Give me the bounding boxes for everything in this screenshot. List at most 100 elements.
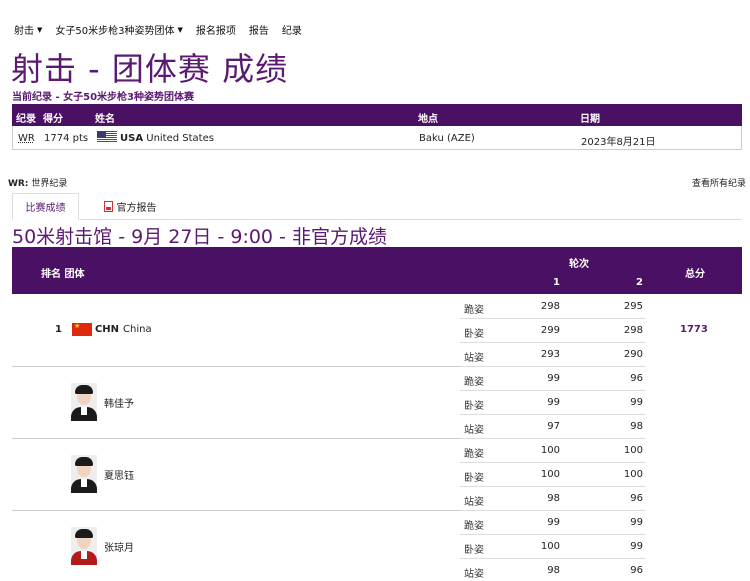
page-subtitle: 当前纪录 - 女子50米步枪3种姿势团体赛 — [12, 92, 194, 103]
score-row: 卧姿 99 99 — [460, 391, 646, 415]
tab-report-label: 官方报告 — [116, 203, 157, 214]
athlete-avatar — [71, 455, 97, 493]
round-1-score: 98 — [547, 493, 560, 504]
round-1-score: 98 — [547, 565, 560, 576]
page-title: 射击 - 团体赛 成绩 — [11, 50, 289, 88]
all-records-link[interactable]: 查看所有纪录 — [692, 176, 746, 189]
record-table-header: 纪录 得分 姓名 地点 日期 — [12, 104, 742, 126]
record-row: WR 1774 pts USA United States Baku (AZE)… — [12, 126, 742, 150]
header-round-1: 1 — [553, 277, 560, 288]
record-holder[interactable]: USA United States — [97, 131, 214, 144]
athlete-entry[interactable]: 韩佳予 — [71, 383, 134, 421]
round-2-score: 290 — [623, 349, 643, 360]
round-1-score: 299 — [540, 325, 560, 336]
group-divider — [12, 438, 460, 439]
header-score: 得分 — [43, 114, 63, 125]
position-label: 卧姿 — [464, 329, 484, 340]
nav-item-event[interactable]: 女子50米步枪3种姿势团体 ▼ — [55, 22, 183, 38]
results-header: 排名 团体 轮次 1 2 总分 — [12, 247, 742, 294]
header-location: 地点 — [418, 114, 438, 125]
team-noc[interactable]: CHN — [95, 324, 119, 335]
position-label: 站姿 — [464, 497, 484, 508]
nav-item-shooting[interactable]: 射击 ▼ — [14, 22, 43, 38]
record-country: United States — [146, 133, 214, 144]
athlete-name: 夏思钰 — [104, 470, 134, 482]
round-2-score: 96 — [630, 565, 643, 576]
round-1-score: 100 — [540, 541, 560, 552]
round-2-score: 295 — [623, 301, 643, 312]
round-2-score: 99 — [630, 517, 643, 528]
position-label: 跪姿 — [464, 305, 484, 316]
position-label: 卧姿 — [464, 545, 484, 556]
china-flag-icon — [71, 322, 92, 336]
top-nav: 射击 ▼ 女子50米步枪3种姿势团体 ▼ 报名报项 报告 纪录 — [14, 22, 302, 38]
round-1-score: 99 — [547, 373, 560, 384]
tab-results[interactable]: 比赛成绩 — [12, 193, 79, 220]
header-rank-team: 排名 团体 — [41, 269, 85, 280]
nav-label: 女子50米步枪3种姿势团体 — [55, 26, 175, 37]
record-date: 2023年8月21日 — [581, 137, 656, 148]
athlete-name: 韩佳予 — [104, 398, 134, 410]
chevron-down-icon: ▼ — [177, 25, 183, 34]
round-2-score: 99 — [630, 397, 643, 408]
position-label: 卧姿 — [464, 473, 484, 484]
athlete-avatar — [71, 527, 97, 565]
round-2-score: 98 — [630, 421, 643, 432]
round-2-score: 100 — [623, 445, 643, 456]
position-label: 站姿 — [464, 353, 484, 364]
athlete-entry[interactable]: 张琼月 — [71, 527, 134, 565]
header-name: 姓名 — [95, 114, 115, 125]
round-1-score: 298 — [540, 301, 560, 312]
record-location: Baku (AZE) — [419, 133, 475, 144]
usa-flag-icon — [97, 131, 117, 143]
team-country: China — [123, 324, 152, 335]
score-row: 站姿 97 98 — [460, 415, 646, 439]
nav-label: 射击 — [14, 26, 34, 37]
header-record: 纪录 — [16, 114, 36, 125]
round-1-score: 100 — [540, 469, 560, 480]
athlete-avatar — [71, 383, 97, 421]
round-1-score: 99 — [547, 517, 560, 528]
nav-item-entries[interactable]: 报名报项 — [196, 22, 236, 37]
position-label: 跪姿 — [464, 449, 484, 460]
nav-label: 报名报项 — [195, 26, 236, 37]
round-1-score: 100 — [540, 445, 560, 456]
nav-label: 报告 — [248, 26, 269, 37]
chevron-down-icon: ▼ — [37, 25, 43, 34]
score-row: 跪姿 99 96 — [460, 367, 646, 391]
group-divider — [12, 366, 460, 367]
score-row: 卧姿 100 99 — [460, 535, 646, 559]
record-noc: USA — [120, 133, 144, 144]
group-divider — [12, 510, 460, 511]
score-row: 站姿 98 96 — [460, 559, 646, 581]
nav-item-records[interactable]: 纪录 — [282, 22, 302, 37]
score-row: 跪姿 99 99 — [460, 511, 646, 535]
athlete-entry[interactable]: 夏思钰 — [71, 455, 134, 493]
score-row: 跪姿 298 295 — [460, 295, 646, 319]
round-2-score: 100 — [623, 469, 643, 480]
team-rank: 1 — [55, 324, 62, 335]
team-entry: 1 CHN China — [55, 322, 152, 336]
header-date: 日期 — [580, 114, 600, 125]
nav-item-reports[interactable]: 报告 — [249, 22, 269, 37]
round-2-score: 96 — [630, 373, 643, 384]
round-1-score: 293 — [540, 349, 560, 360]
athlete-name: 张琼月 — [104, 542, 134, 554]
wr-text: 世界纪录 — [28, 179, 68, 189]
venue-heading: 50米射击馆 - 9月 27日 - 9:00 - 非官方成绩 — [12, 226, 387, 248]
tab-official-report[interactable]: 官方报告 — [90, 193, 170, 220]
wr-legend: WR: 世界纪录 — [8, 176, 67, 189]
team-total: 1773 — [680, 324, 708, 335]
position-label: 站姿 — [464, 569, 484, 580]
record-type[interactable]: WR — [18, 133, 35, 144]
round-1-score: 99 — [547, 397, 560, 408]
pdf-icon — [103, 201, 113, 212]
round-2-score: 99 — [630, 541, 643, 552]
round-2-score: 96 — [630, 493, 643, 504]
record-score: 1774 pts — [44, 133, 89, 144]
score-row: 站姿 293 290 — [460, 343, 646, 367]
score-row: 卧姿 100 100 — [460, 463, 646, 487]
score-row: 卧姿 299 298 — [460, 319, 646, 343]
position-label: 跪姿 — [464, 377, 484, 388]
tab-bar: 比赛成绩 官方报告 — [12, 193, 742, 220]
